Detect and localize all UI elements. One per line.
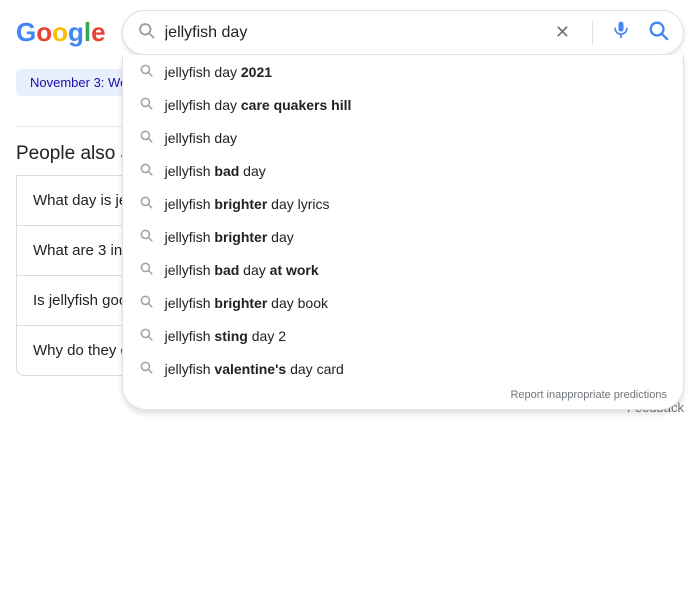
autocomplete-search-icon-9 [139,360,153,377]
logo-g2: g [68,17,84,47]
logo-o1: o [36,17,52,47]
search-divider [592,21,593,45]
voice-icon[interactable] [611,20,631,45]
autocomplete-search-icon-6 [139,261,153,278]
autocomplete-item-2[interactable]: jellyfish day [123,121,683,154]
autocomplete-item-3[interactable]: jellyfish bad day [123,154,683,187]
search-box: ✕ [122,10,684,55]
autocomplete-text-2: jellyfish day [165,130,667,146]
logo-o2: o [52,17,68,47]
search-submit-icon[interactable] [647,19,669,46]
autocomplete-search-icon-0 [139,63,153,80]
autocomplete-search-icon-3 [139,162,153,179]
autocomplete-text-5: jellyfish brighter day [165,229,667,245]
autocomplete-dropdown: jellyfish day 2021 jellyfish day care qu… [122,55,684,410]
autocomplete-search-icon-8 [139,327,153,344]
logo-g: G [16,17,36,47]
google-logo[interactable]: Google [16,17,106,48]
autocomplete-text-8: jellyfish sting day 2 [165,328,667,344]
autocomplete-item-1[interactable]: jellyfish day care quakers hill [123,88,683,121]
autocomplete-search-icon-4 [139,195,153,212]
autocomplete-search-icon-2 [139,129,153,146]
autocomplete-item-6[interactable]: jellyfish bad day at work [123,253,683,286]
autocomplete-text-4: jellyfish brighter day lyrics [165,196,667,212]
autocomplete-search-icon-5 [139,228,153,245]
search-icon-left [137,21,155,44]
search-input[interactable] [165,24,541,42]
autocomplete-text-6: jellyfish bad day at work [165,262,667,278]
autocomplete-text-0: jellyfish day 2021 [165,64,667,80]
autocomplete-text-1: jellyfish day care quakers hill [165,97,667,113]
autocomplete-text-9: jellyfish valentine's day card [165,361,667,377]
autocomplete-search-icon-7 [139,294,153,311]
autocomplete-item-8[interactable]: jellyfish sting day 2 [123,319,683,352]
clear-icon[interactable]: ✕ [551,22,574,43]
autocomplete-item-4[interactable]: jellyfish brighter day lyrics [123,187,683,220]
header: Google ✕ [0,0,700,65]
autocomplete-item-9[interactable]: jellyfish valentine's day card [123,352,683,385]
autocomplete-search-icon-1 [139,96,153,113]
search-box-inner: ✕ [137,19,669,46]
autocomplete-item-0[interactable]: jellyfish day 2021 [123,55,683,88]
autocomplete-text-3: jellyfish bad day [165,163,667,179]
autocomplete-text-7: jellyfish brighter day book [165,295,667,311]
autocomplete-item-5[interactable]: jellyfish brighter day [123,220,683,253]
report-predictions-link[interactable]: Report inappropriate predictions [123,385,683,401]
search-box-wrapper: ✕ [122,10,684,55]
autocomplete-item-7[interactable]: jellyfish brighter day book [123,286,683,319]
logo-e: e [91,17,105,47]
